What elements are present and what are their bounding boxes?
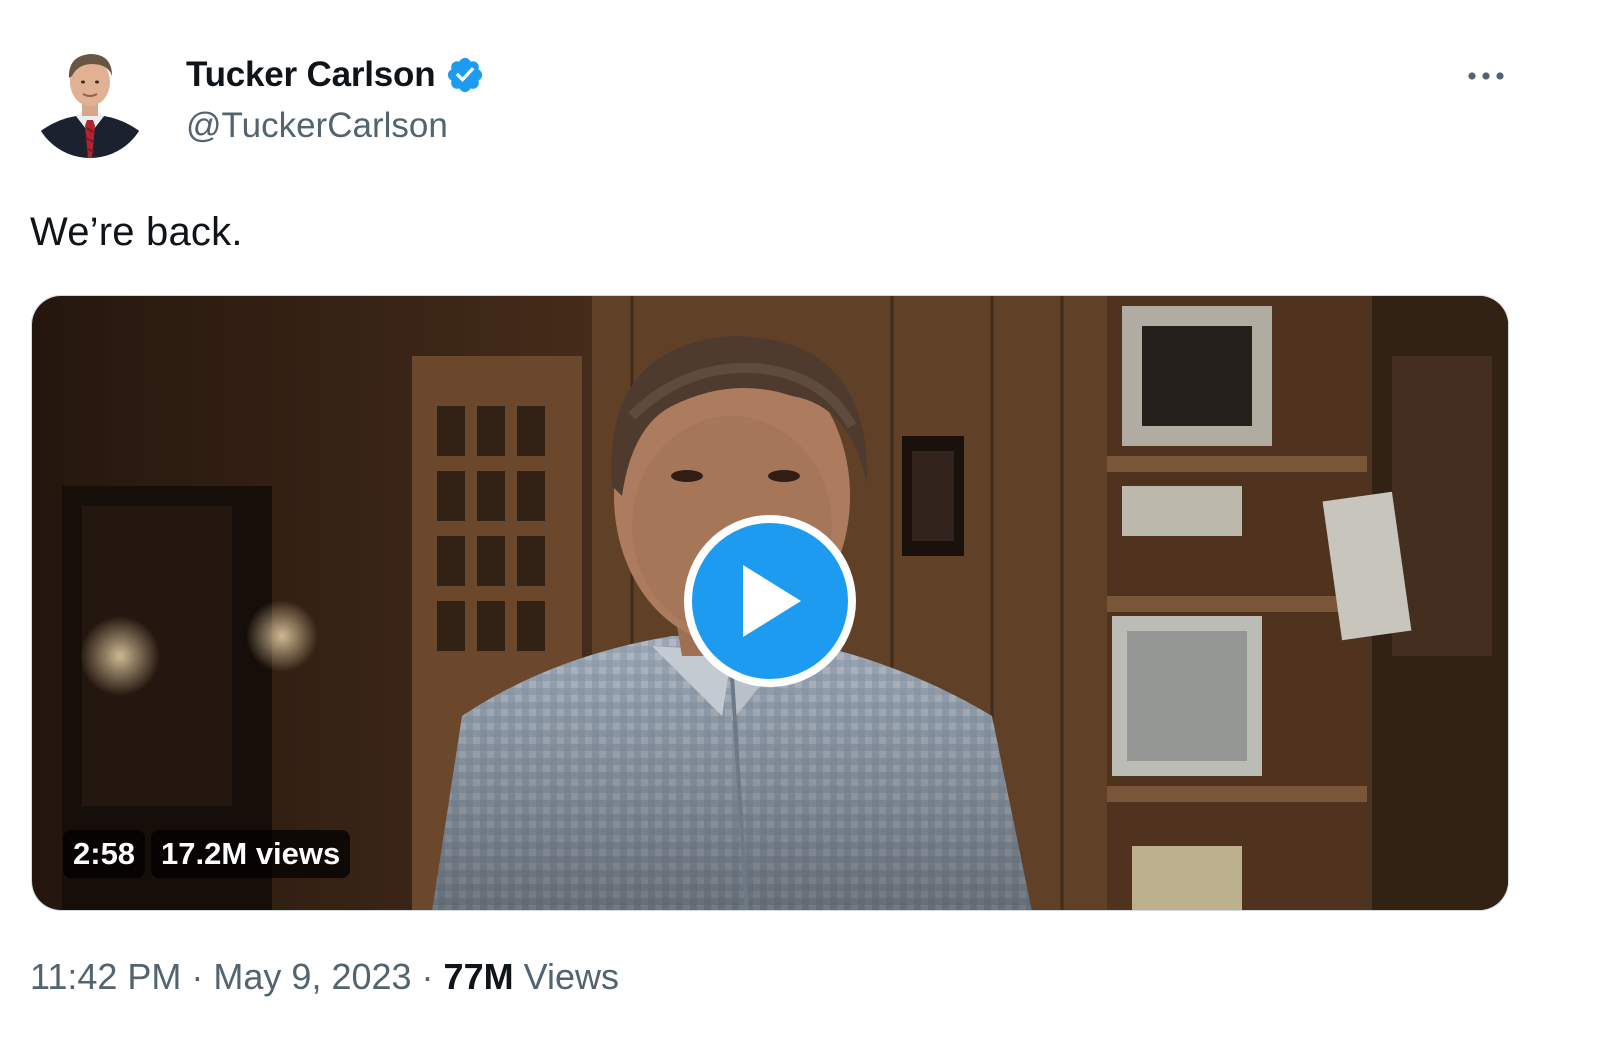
- tweet-views-count: 77M: [443, 956, 514, 997]
- video-player[interactable]: 2:58 17.2M views: [31, 295, 1509, 911]
- tweet-views-label: Views: [523, 956, 619, 997]
- tweet-date[interactable]: May 9, 2023: [213, 956, 411, 998]
- video-duration: 2:58: [63, 830, 146, 878]
- play-button[interactable]: [684, 515, 856, 687]
- tweet-text: We’re back.: [30, 210, 243, 254]
- tweet-meta: 11:42 PM · May 9, 2023 · 77M Views: [30, 956, 619, 998]
- author-display-name[interactable]: Tucker Carlson: [186, 55, 436, 95]
- tweet: Tucker Carlson @TuckerCarlson We’re back…: [0, 0, 1600, 1044]
- author-avatar[interactable]: [32, 42, 148, 158]
- video-badges: 2:58 17.2M views: [63, 830, 351, 878]
- author-name-row: Tucker Carlson: [186, 52, 485, 98]
- author-handle[interactable]: @TuckerCarlson: [186, 106, 448, 146]
- more-horizontal-icon: [1468, 72, 1504, 80]
- more-options-button[interactable]: [1458, 56, 1514, 96]
- avatar-portrait-icon: [32, 42, 148, 158]
- meta-separator: ·: [191, 956, 204, 997]
- video-view-count: 17.2M views: [151, 830, 351, 878]
- verified-badge-icon[interactable]: [445, 55, 485, 95]
- tweet-time[interactable]: 11:42 PM: [30, 956, 181, 998]
- play-icon: [743, 565, 801, 637]
- meta-separator: ·: [421, 956, 434, 997]
